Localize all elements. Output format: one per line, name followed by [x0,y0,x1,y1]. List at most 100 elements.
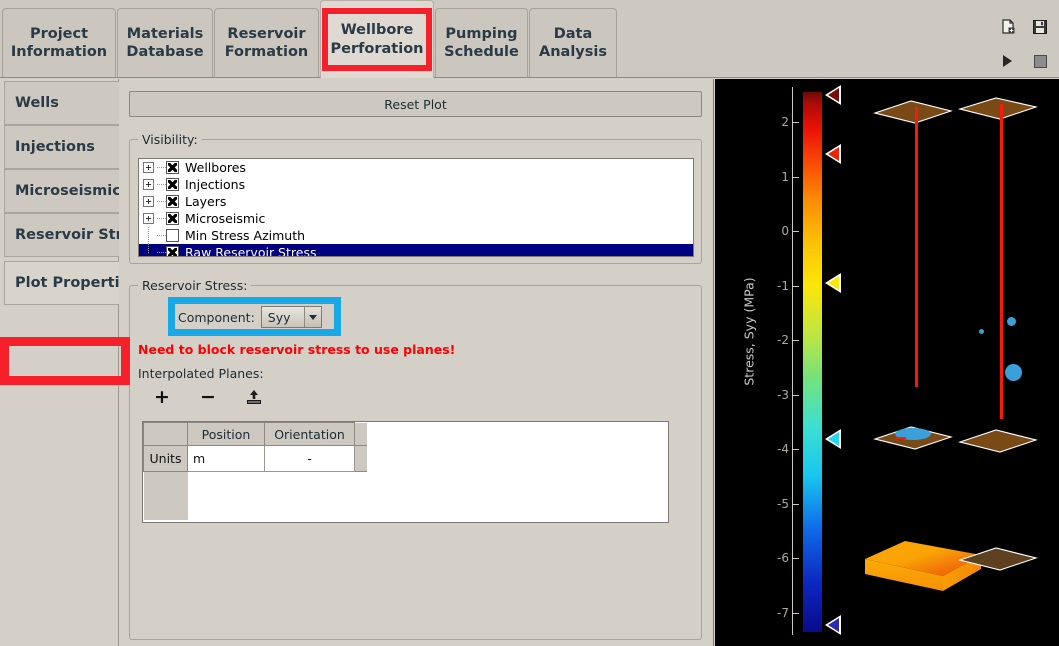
expand-plus-icon[interactable] [143,210,157,227]
table-empty-rowheader [143,471,188,520]
tab-label-line1: Wellbore [340,22,414,39]
colorbar-tick [793,122,799,123]
colorbar-tick-label: 0 [781,224,789,239]
colorbar-tick [793,176,799,178]
tree-row-label: Raw Reservoir Stress [185,245,317,257]
stop-square-icon[interactable] [1031,52,1049,70]
layer-plane-top-left [873,100,953,124]
colorbar-marker-1[interactable] [825,143,841,164]
colorbar-tick-label: -7 [777,605,789,620]
table-empty-row [143,471,367,520]
remove-plane-button[interactable]: − [198,387,218,407]
component-row: Component: Syy [178,304,322,330]
colorbar-marker-fill [828,87,839,102]
tree-checkbox[interactable] [166,229,179,242]
tab-pumping-schedule[interactable]: Pumping Schedule [435,8,528,77]
colorbar-tick [793,449,799,451]
tree-checkbox[interactable] [166,246,179,256]
tab-wellbore-perforation[interactable]: Wellbore Perforation [320,0,434,78]
tab-label-line1: Reservoir [227,25,306,42]
tree-row-min-stress-azimuth[interactable]: Min Stress Azimuth [139,227,693,244]
reservoir-stress-group-label: Reservoir Stress: [138,278,252,293]
colorbar-tick [793,558,799,560]
save-floppy-icon[interactable] [1031,18,1049,36]
layer-plane-top-right [958,97,1038,120]
side-tab-label: Injections [15,139,95,155]
table-cell-orientation[interactable]: - [264,445,355,472]
upload-icon [247,390,261,404]
table-col-filler [354,422,367,446]
tree-connector [157,227,166,244]
perforation-marker [895,428,931,440]
visibility-group-label: Visibility: [138,132,202,147]
microseismic-event-1[interactable] [1007,317,1016,326]
wellbore-line-2[interactable] [1000,104,1003,419]
tab-label-line2: Formation [224,44,309,60]
add-plane-button[interactable]: + [152,387,172,407]
table-cell-position[interactable]: m [187,445,265,472]
side-tab-reservoir-stress[interactable]: Reservoir Stre [4,213,119,257]
side-tab-strip: Wells Injections Microseismic Reservoir … [0,79,130,646]
tree-checkbox[interactable] [166,212,179,225]
colorbar-marker-fill [828,617,839,632]
import-plane-button[interactable] [244,387,264,407]
chevron-down-icon[interactable] [303,307,321,327]
side-tab-label: Wells [15,95,59,111]
colorbar-marker-max[interactable] [825,84,841,105]
visibility-tree[interactable]: Wellbores Injections Layers Microseismic… [138,158,694,257]
tree-checkbox[interactable] [166,178,179,191]
tab-materials-database[interactable]: Materials Database [117,8,213,77]
colorbar-tick-label: -4 [777,442,789,457]
side-tab-plot-properties[interactable]: Plot Propertie [4,261,119,305]
tree-row-raw-reservoir-stress[interactable]: Raw Reservoir Stress [139,244,693,257]
main-tab-bar: Project Information Materials Database R… [0,0,1059,78]
colorbar-tick [793,340,799,342]
component-dropdown[interactable]: Syy [260,306,322,328]
colorbar-tick [793,394,799,396]
colorbar-tick-label: -5 [777,496,789,511]
microseismic-event-3[interactable] [1005,364,1022,381]
tree-row-injections[interactable]: Injections [139,176,693,193]
run-play-icon[interactable] [999,52,1017,70]
colorbar-gradient [803,92,822,632]
colorbar-tick [793,285,799,287]
colorbar-marker-min[interactable] [825,614,841,635]
layer-plane-mid-right [958,429,1038,453]
colorbar-marker-2[interactable] [825,273,841,294]
colorbar-axis-line [792,87,793,635]
plot-3d-viewport[interactable]: Stress, Syy (MPa) 2 1 0 -1 -2 -3 -4 -5 -6 -7 [715,79,1059,646]
table-header-row: Position Orientation [143,422,367,446]
reservoir-stress-group: Reservoir Stress: Component: Syy Need to… [129,278,702,640]
tab-project-information[interactable]: Project Information [2,8,116,77]
wellbore-line-1[interactable] [915,107,918,387]
side-tab-injections[interactable]: Injections [4,125,119,169]
expand-plus-icon[interactable] [143,176,157,193]
interpolated-planes-table[interactable]: Position Orientation Units m - [142,421,669,523]
tree-row-microseismic[interactable]: Microseismic [139,210,693,227]
stress-block-warning: Need to block reservoir stress to use pl… [138,342,456,357]
colorbar-marker-fill [828,146,839,161]
application-window: Project Information Materials Database R… [0,0,1059,646]
colorbar-tick-label: 1 [781,169,789,184]
tab-data-analysis[interactable]: Data Analysis [529,8,617,77]
side-tab-wells[interactable]: Wells [4,81,119,125]
new-document-icon[interactable] [999,18,1017,36]
microseismic-event-2[interactable] [979,329,984,334]
side-tab-microseismic[interactable]: Microseismic [4,169,119,213]
expand-plus-icon[interactable] [143,159,157,176]
tree-checkbox[interactable] [166,195,179,208]
tree-row-wellbores[interactable]: Wellbores [139,159,693,176]
tree-checkbox[interactable] [166,161,179,174]
visibility-group: Visibility: Wellbores Injections Layers … [129,132,702,264]
side-tab-label: Plot Propertie [15,275,119,291]
component-label: Component: [178,309,255,325]
table-row[interactable]: Units m - [143,445,367,472]
colorbar-marker-3[interactable] [825,429,841,450]
tab-label-line1: Pumping [445,25,518,42]
tab-label-line1: Project [29,25,89,42]
tree-row-layers[interactable]: Layers [139,193,693,210]
expand-plus-icon[interactable] [143,193,157,210]
top-right-toolbar [971,6,1051,72]
tab-reservoir-formation[interactable]: Reservoir Formation [214,8,319,77]
reset-plot-button[interactable]: Reset Plot [129,91,702,117]
